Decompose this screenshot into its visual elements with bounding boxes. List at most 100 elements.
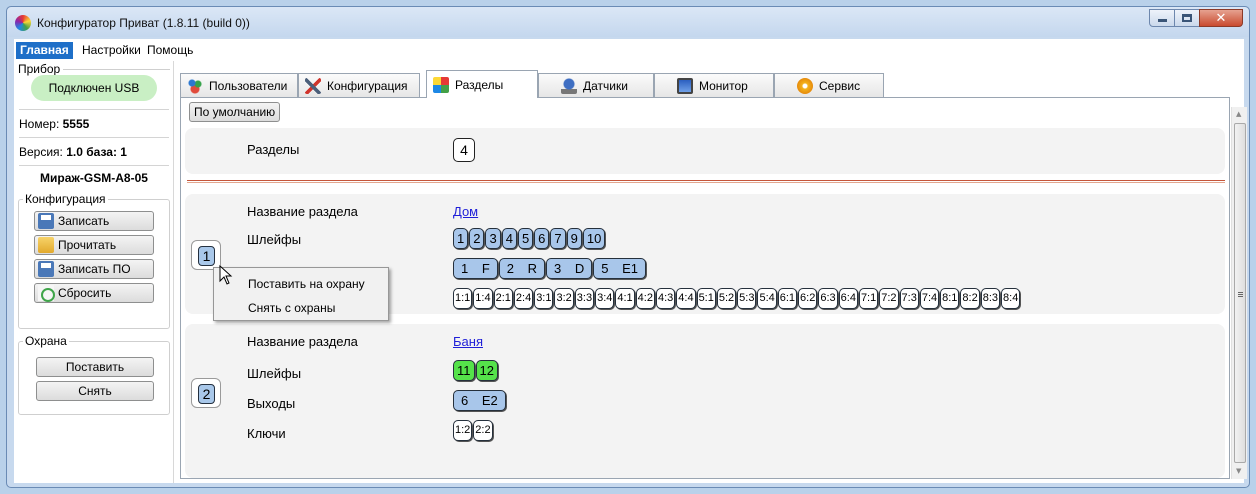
- write-firmware-button[interactable]: Записать ПО: [34, 259, 154, 279]
- version-value: 1.0 база: 1: [66, 145, 127, 159]
- key-chip[interactable]: 7:4: [919, 288, 940, 309]
- output-chip[interactable]: 6 E2: [453, 390, 506, 411]
- guard-group: Охрана: [18, 334, 170, 415]
- partition-1-number-button[interactable]: 1: [191, 240, 221, 270]
- partition-2-outputs: 6 E2: [453, 390, 507, 411]
- key-chip[interactable]: 1:4: [473, 288, 493, 309]
- loop-chip[interactable]: 2: [469, 228, 485, 249]
- context-menu: Поставить на охрану Снять с охраны: [213, 267, 389, 321]
- key-chip[interactable]: 3:4: [595, 288, 615, 309]
- key-chip[interactable]: 6:3: [818, 288, 838, 309]
- output-chip[interactable]: 5 E1: [593, 258, 647, 279]
- key-chip[interactable]: 8:2: [960, 288, 980, 309]
- reset-label: Сбросить: [58, 286, 112, 300]
- loop-chip[interactable]: 7: [550, 228, 566, 249]
- separator: [19, 109, 169, 110]
- config-group-title: Конфигурация: [23, 192, 108, 206]
- output-chip[interactable]: 3 D: [546, 258, 593, 279]
- mouse-cursor-icon: [219, 265, 233, 285]
- partition-2-keys: 1:2 2:2: [453, 420, 494, 441]
- partition-1-number: 1: [198, 246, 215, 266]
- key-chip[interactable]: 5:2: [716, 288, 737, 309]
- defaults-button[interactable]: По умолчанию: [189, 102, 281, 122]
- tab-service[interactable]: Сервис: [774, 73, 884, 97]
- title-bar[interactable]: Конфигуратор Приват (1.8.11 (build 0)) ✕: [7, 7, 1249, 37]
- scroll-down-icon[interactable]: ▼: [1236, 467, 1241, 475]
- loop-chip[interactable]: 3: [485, 228, 501, 249]
- partition-2-name-link[interactable]: Баня: [453, 334, 483, 349]
- loop-chip-armed[interactable]: 11: [453, 360, 475, 381]
- tab-service-label: Сервис: [819, 78, 861, 93]
- loop-chip[interactable]: 10: [582, 228, 606, 249]
- maximize-button[interactable]: [1174, 9, 1200, 27]
- menu-help[interactable]: Помощь: [143, 42, 197, 59]
- key-chip[interactable]: 2:4: [513, 288, 534, 309]
- vertical-scrollbar[interactable]: ▲ ▼: [1231, 107, 1247, 479]
- key-chip[interactable]: 4:2: [635, 288, 655, 309]
- loop-chip[interactable]: 5: [517, 228, 534, 249]
- context-disarm-item[interactable]: Снять с охраны: [248, 301, 335, 315]
- menu-settings[interactable]: Настройки: [78, 42, 145, 59]
- partition-2-keys-label: Ключи: [247, 426, 286, 441]
- key-chip[interactable]: 6:1: [777, 288, 798, 309]
- reset-button[interactable]: Сбросить: [34, 283, 154, 303]
- save-icon: [38, 213, 54, 229]
- window-title: Конфигуратор Приват (1.8.11 (build 0)): [37, 16, 250, 30]
- key-chip[interactable]: 1:1: [453, 288, 473, 309]
- window-controls: ✕: [1149, 9, 1243, 27]
- key-chip[interactable]: 8:3: [980, 288, 1001, 309]
- key-chip[interactable]: 3:2: [554, 288, 574, 309]
- save-icon: [38, 261, 54, 277]
- partition-1-name-link[interactable]: Дом: [453, 204, 478, 219]
- key-chip[interactable]: 8:1: [940, 288, 960, 309]
- minimize-button[interactable]: [1149, 9, 1175, 27]
- key-chip[interactable]: 2:1: [493, 288, 513, 309]
- output-chip[interactable]: 2 R: [498, 258, 546, 279]
- usb-status-badge: Подключен USB: [31, 75, 157, 101]
- key-chip[interactable]: 4:1: [615, 288, 635, 309]
- key-chip[interactable]: 6:2: [798, 288, 818, 309]
- key-chip[interactable]: 3:1: [534, 288, 554, 309]
- key-chip[interactable]: 7:1: [858, 288, 879, 309]
- tab-configuration[interactable]: Конфигурация: [298, 73, 420, 97]
- key-chip[interactable]: 7:2: [879, 288, 899, 309]
- key-chip[interactable]: 4:4: [676, 288, 696, 309]
- output-chip[interactable]: 1 F: [453, 258, 498, 279]
- key-chip[interactable]: 1:2: [453, 420, 473, 441]
- partition-2-outputs-label: Выходы: [247, 396, 296, 411]
- key-chip[interactable]: 5:4: [757, 288, 777, 309]
- loop-chip[interactable]: 4: [501, 228, 517, 249]
- partitions-icon: [433, 76, 449, 93]
- key-chip[interactable]: 6:4: [838, 288, 858, 309]
- tab-sensors[interactable]: Датчики: [538, 73, 654, 97]
- partition-1-keys: 1:1 1:4 2:1 2:4 3:1 3:2 3:3 3:4 4:1 4:2 …: [453, 288, 1021, 309]
- key-chip[interactable]: 4:3: [655, 288, 676, 309]
- version-label: Версия:: [19, 145, 63, 159]
- read-button[interactable]: Прочитать: [34, 235, 154, 255]
- tab-monitor[interactable]: Монитор: [654, 73, 774, 97]
- disarm-button[interactable]: Снять: [36, 381, 154, 401]
- partition-2-number-button[interactable]: 2: [191, 378, 221, 408]
- loop-chip[interactable]: 9: [566, 228, 582, 249]
- guard-group-title: Охрана: [23, 334, 69, 348]
- menu-main[interactable]: Главная: [16, 42, 73, 59]
- key-chip[interactable]: 7:3: [899, 288, 919, 309]
- loop-chip[interactable]: 1: [453, 228, 469, 249]
- partitions-count-field[interactable]: 4: [453, 138, 475, 162]
- loop-chip-armed[interactable]: 12: [475, 360, 498, 381]
- scroll-thumb[interactable]: [1234, 123, 1246, 463]
- context-arm-item[interactable]: Поставить на охрану: [248, 277, 365, 291]
- write-label: Записать: [58, 214, 110, 228]
- key-chip[interactable]: 3:3: [574, 288, 595, 309]
- key-chip[interactable]: 5:1: [696, 288, 716, 309]
- loop-chip[interactable]: 6: [534, 228, 550, 249]
- key-chip[interactable]: 8:4: [1001, 288, 1021, 309]
- scroll-up-icon[interactable]: ▲: [1236, 110, 1241, 118]
- tab-partitions[interactable]: Разделы: [426, 70, 538, 98]
- close-button[interactable]: ✕: [1199, 9, 1243, 27]
- write-button[interactable]: Записать: [34, 211, 154, 231]
- tab-users[interactable]: Пользователи: [180, 73, 298, 97]
- key-chip[interactable]: 5:3: [737, 288, 757, 309]
- key-chip[interactable]: 2:2: [473, 420, 493, 441]
- arm-button[interactable]: Поставить: [36, 357, 154, 377]
